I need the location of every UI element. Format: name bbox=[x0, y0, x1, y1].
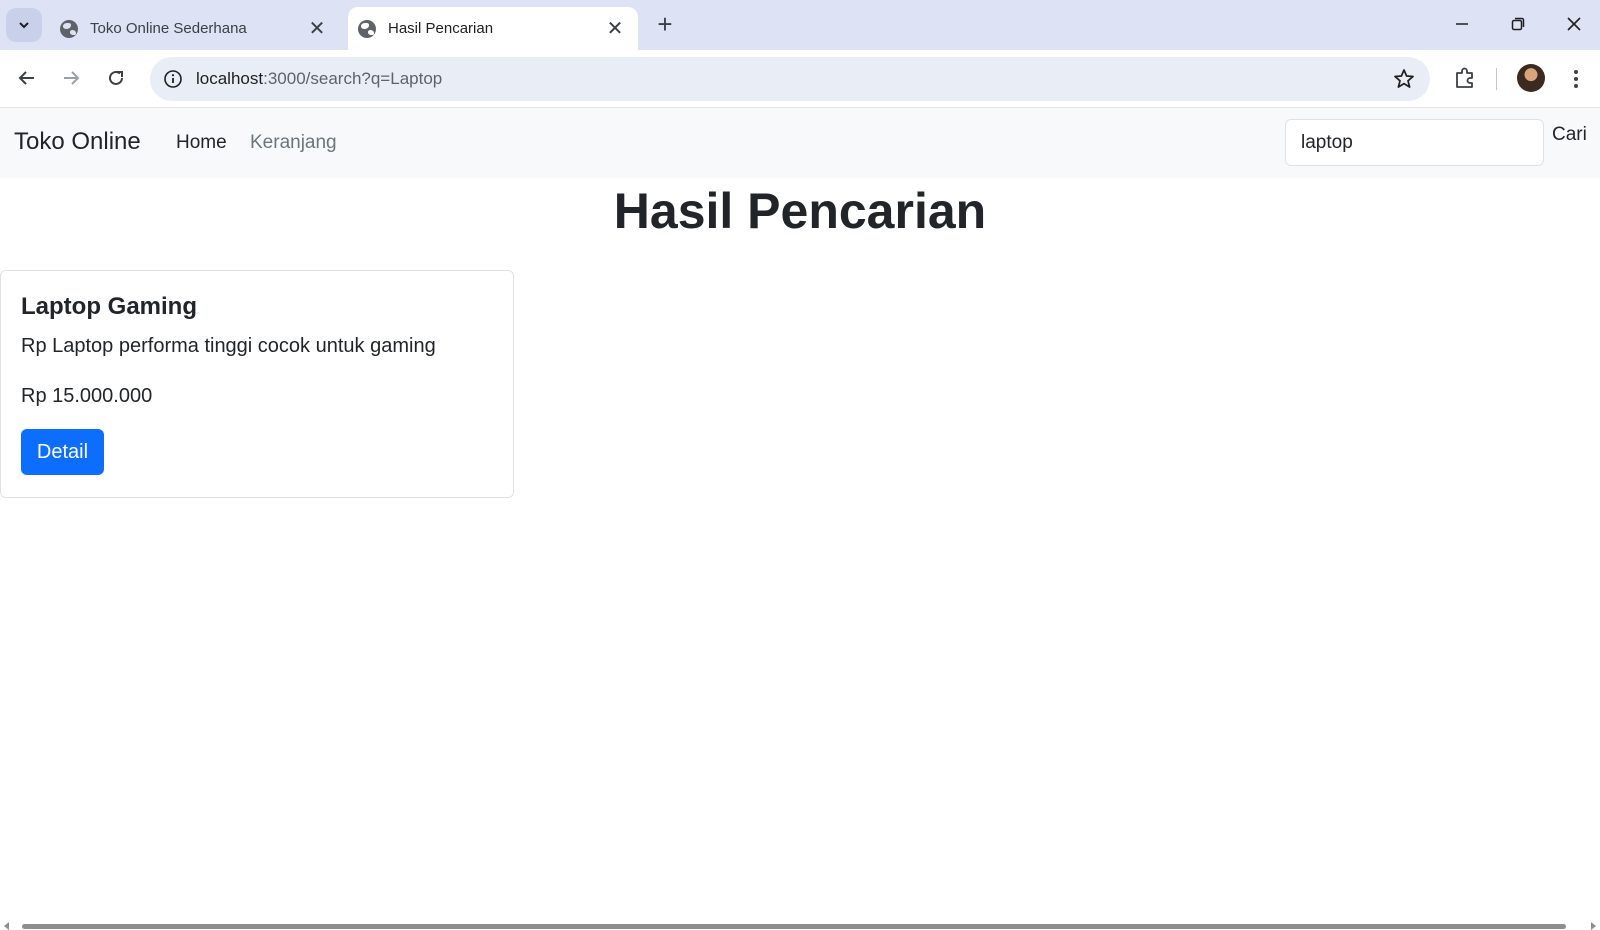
horizontal-scrollbar[interactable] bbox=[0, 922, 1600, 930]
globe-icon bbox=[60, 19, 78, 38]
star-icon[interactable] bbox=[1392, 67, 1416, 91]
page-title: Hasil Pencarian bbox=[613, 183, 987, 239]
puzzle-icon[interactable] bbox=[1452, 65, 1478, 91]
product-price: Rp 15.000.000 bbox=[21, 385, 153, 407]
site-navbar: Toko Online Home Keranjang Cari bbox=[0, 108, 1600, 178]
page-content: Toko Online Home Keranjang Cari Hasil Pe… bbox=[0, 108, 1600, 930]
reload-button[interactable] bbox=[98, 60, 134, 96]
nav-link-keranjang[interactable]: Keranjang bbox=[250, 132, 337, 154]
scroll-right-arrow[interactable] bbox=[1591, 922, 1596, 930]
info-icon[interactable] bbox=[162, 68, 184, 90]
kebab-menu-icon[interactable] bbox=[1566, 64, 1586, 94]
close-icon bbox=[1567, 17, 1581, 31]
arrow-left-icon bbox=[18, 71, 34, 85]
new-tab-button[interactable]: + bbox=[650, 10, 680, 40]
tab-title: Hasil Pencarian bbox=[388, 20, 494, 37]
close-window-button[interactable] bbox=[1552, 6, 1596, 42]
forward-button[interactable] bbox=[53, 60, 89, 96]
back-button[interactable] bbox=[9, 60, 45, 96]
product-card: Laptop Gaming Rp Laptop performa tinggi … bbox=[0, 270, 514, 498]
chevron-down-icon bbox=[19, 22, 29, 29]
product-name: Laptop Gaming bbox=[21, 293, 197, 320]
address-bar[interactable]: localhost:3000/search?q=Laptop bbox=[150, 57, 1430, 101]
globe-icon bbox=[358, 19, 376, 38]
search-button[interactable]: Cari bbox=[1552, 124, 1587, 146]
search-input[interactable] bbox=[1285, 119, 1544, 166]
minimize-button[interactable] bbox=[1440, 6, 1484, 42]
tab-search-button[interactable] bbox=[6, 8, 42, 42]
detail-button[interactable]: Detail bbox=[21, 429, 104, 475]
restore-button[interactable] bbox=[1496, 6, 1540, 42]
url-text[interactable]: localhost:3000/search?q=Laptop bbox=[196, 69, 442, 89]
tab-title: Toko Online Sederhana bbox=[90, 20, 247, 37]
nav-link-home[interactable]: Home bbox=[176, 132, 227, 154]
tab-hasil-pencarian[interactable]: Hasil Pencarian ✕ bbox=[348, 7, 638, 50]
scrollbar-thumb[interactable] bbox=[22, 924, 1566, 929]
close-icon[interactable]: ✕ bbox=[604, 18, 626, 40]
profile-avatar[interactable] bbox=[1517, 64, 1545, 92]
url-host: localhost bbox=[196, 69, 264, 88]
url-path: :3000/search?q=Laptop bbox=[263, 69, 443, 88]
close-icon[interactable]: ✕ bbox=[306, 18, 328, 40]
arrow-right-icon bbox=[64, 71, 80, 85]
tab-strip: Toko Online Sederhana ✕ Hasil Pencarian … bbox=[0, 0, 1600, 50]
site-brand[interactable]: Toko Online bbox=[14, 128, 141, 156]
scroll-left-arrow[interactable] bbox=[4, 922, 9, 930]
minimize-icon bbox=[1456, 23, 1468, 25]
browser-toolbar: localhost:3000/search?q=Laptop bbox=[0, 50, 1600, 108]
restore-icon bbox=[1511, 17, 1525, 31]
reload-icon bbox=[109, 70, 123, 85]
toolbar-divider bbox=[1496, 68, 1497, 90]
product-description: Rp Laptop performa tinggi cocok untuk ga… bbox=[21, 335, 436, 357]
tab-toko-online[interactable]: Toko Online Sederhana ✕ bbox=[50, 7, 340, 50]
